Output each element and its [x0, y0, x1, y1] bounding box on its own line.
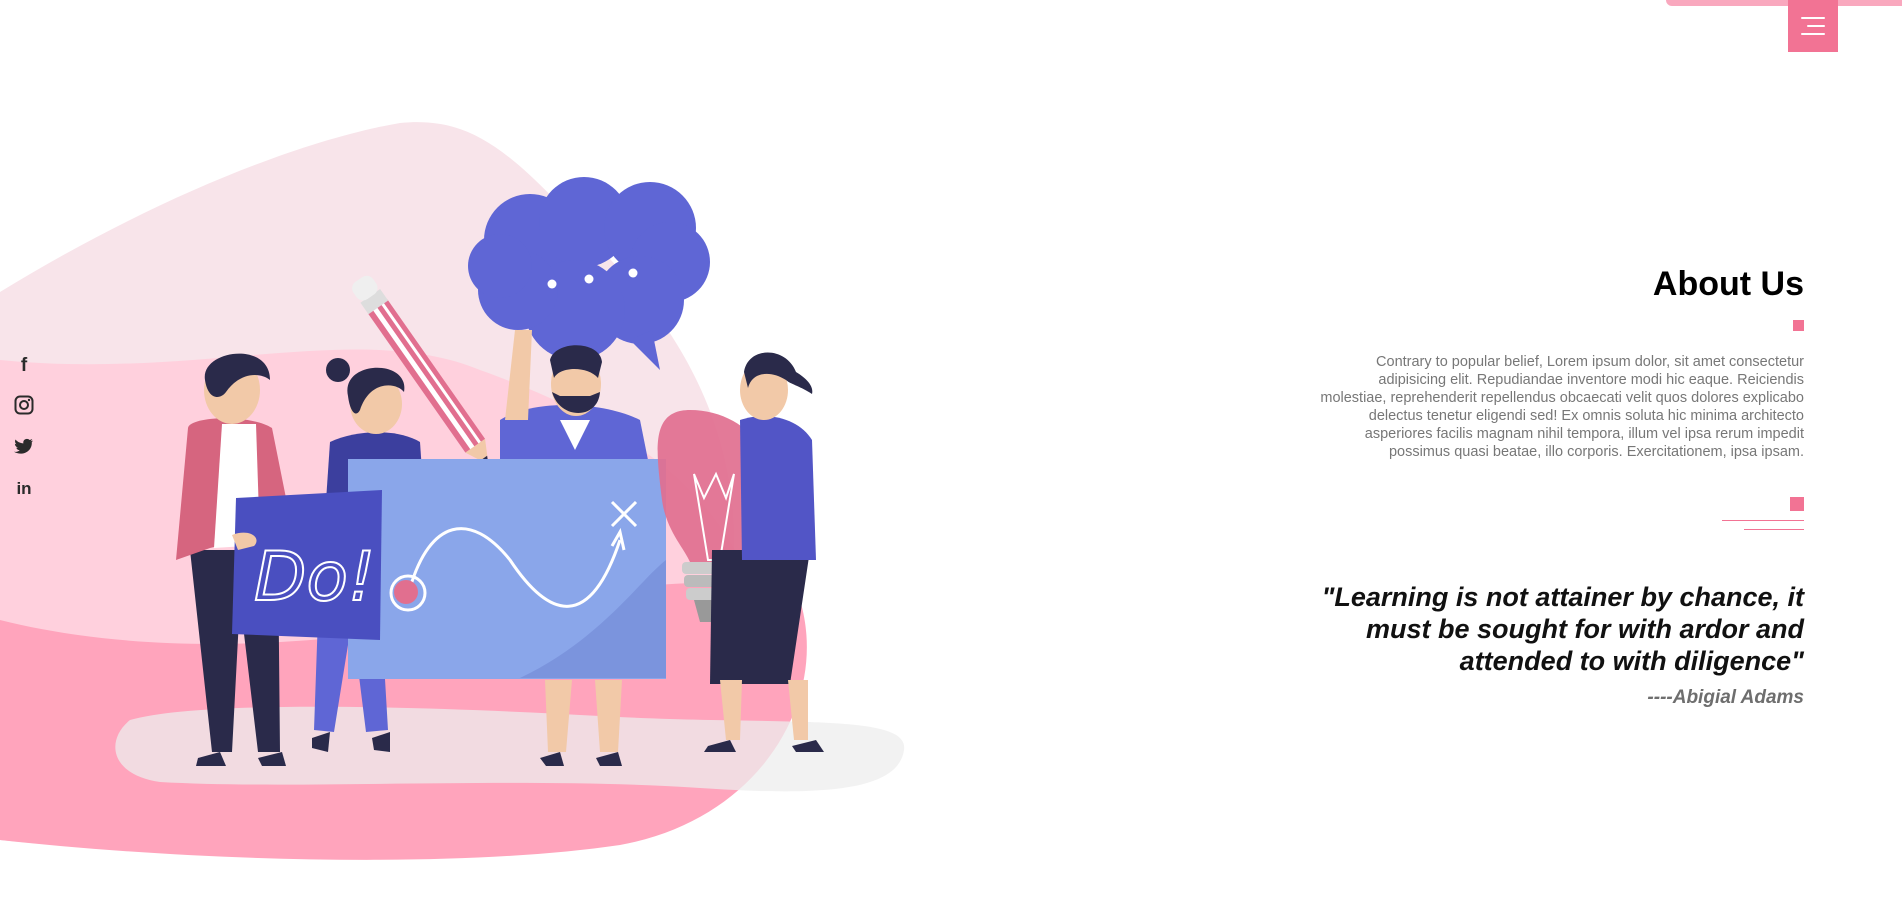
svg-text:f: f [21, 355, 28, 375]
about-title: About Us [1652, 265, 1804, 303]
facebook-icon: f [21, 355, 28, 375]
about-description: Contrary to popular belief, Lorem ipsum … [1320, 354, 1804, 460]
linkedin-icon: in [16, 479, 31, 498]
accent-square [1790, 497, 1804, 511]
do-sign: Do! [232, 490, 382, 640]
menu-bar [1807, 25, 1825, 27]
hero-illustration: Do! [0, 122, 905, 860]
menu-bar [1801, 33, 1825, 35]
twitter-link[interactable] [13, 435, 35, 457]
divider-line [1744, 529, 1804, 530]
instagram-icon [14, 395, 34, 415]
do-sign-text: Do! [254, 538, 375, 617]
quote-author: ----Abigial Adams [1647, 687, 1804, 708]
twitter-icon [14, 438, 33, 454]
facebook-link[interactable]: f [13, 353, 35, 375]
svg-text:in: in [16, 479, 31, 498]
top-decorative-ribbon [1666, 0, 1902, 6]
instagram-link[interactable] [13, 394, 35, 416]
social-links: f in [13, 353, 35, 498]
accent-square [1793, 320, 1804, 331]
quote-text: "Learning is not attainer by chance, it … [1321, 582, 1804, 676]
decorative-divider [1722, 497, 1804, 531]
menu-bar [1801, 17, 1825, 19]
whiteboard [348, 459, 666, 679]
about-section: About Us Contrary to popular belief, Lor… [1304, 262, 1804, 709]
divider-line [1722, 520, 1804, 521]
hamburger-menu-button[interactable] [1788, 0, 1838, 52]
linkedin-link[interactable]: in [13, 476, 35, 498]
